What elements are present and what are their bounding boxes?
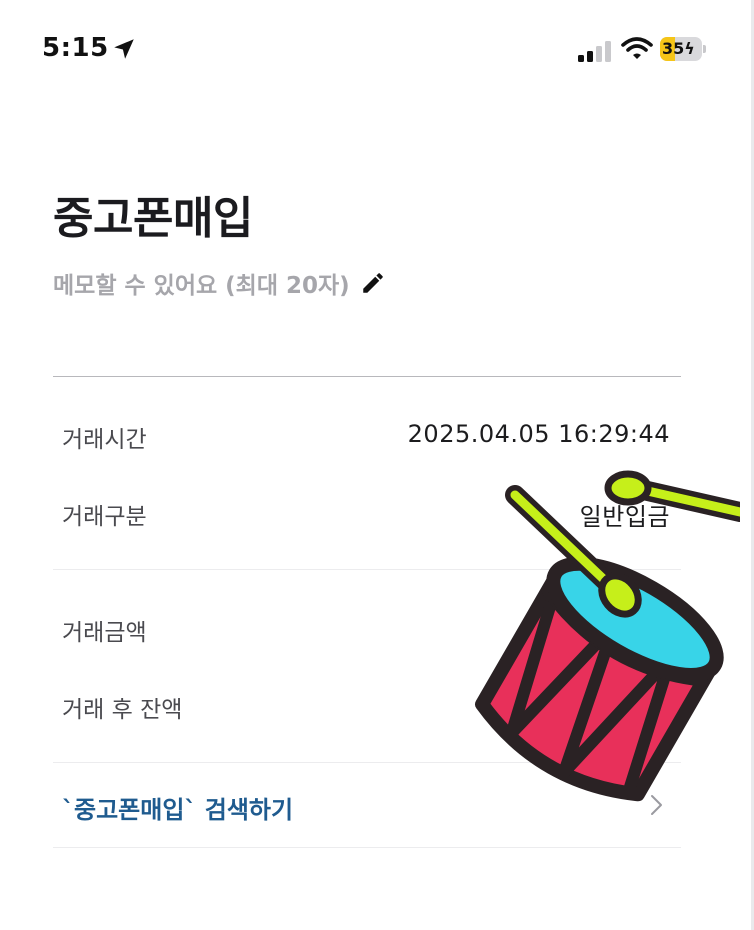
search-merchant-link[interactable]: `중고폰매입` 검색하기 [62,790,293,825]
location-arrow-icon [114,39,134,59]
row-value-time: 2025.04.05 16:29:44 [407,420,670,448]
battery-charging-icon: 35ϟ [660,37,706,61]
drum-stick-right [604,470,740,522]
pencil-icon[interactable] [360,270,386,296]
row-label-time: 거래시간 [62,427,147,453]
memo-placeholder[interactable]: 메모할 수 있어요 (최대 20자) [53,266,350,300]
row-label-balance: 거래 후 잔액 [62,697,183,723]
status-bar: 5:15 35ϟ [0,0,754,100]
memo-field[interactable]: 메모할 수 있어요 (최대 20자) [53,266,386,300]
row-label-amount: 거래금액 [62,620,147,646]
battery-body: 35ϟ [660,37,702,61]
bottom-divider [53,847,681,848]
wifi-icon [621,37,653,59]
battery-tip [703,45,706,53]
row-label-type: 거래구분 [62,504,147,530]
drum-sticker [475,470,740,802]
status-time: 5:15 [42,33,109,63]
bolt-icon: ϟ [684,39,695,58]
section-divider [53,376,681,377]
page-title: 중고폰매입 [53,193,253,244]
cellular-signal-icon [578,41,611,62]
battery-percent: 35 [662,39,685,58]
